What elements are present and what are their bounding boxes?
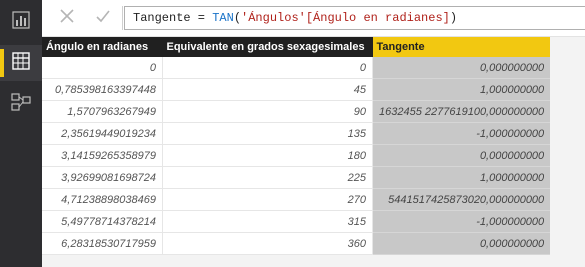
- cell-tangente[interactable]: 0,000000000: [372, 144, 551, 167]
- formula-prefix: Tangente =: [133, 11, 213, 25]
- table-row: 6,28318530717959 360 0,000000000: [42, 232, 551, 255]
- column-header-radianes[interactable]: Ángulo en radianes: [42, 37, 163, 57]
- cancel-button[interactable]: [50, 0, 84, 36]
- cell-tangente[interactable]: 0,000000000: [372, 232, 551, 255]
- cell-radianes[interactable]: 1,5707963267949: [42, 100, 163, 123]
- cell-radianes[interactable]: 2,35619449019234: [42, 122, 163, 145]
- cell-grados[interactable]: 0: [162, 57, 373, 79]
- column-header-tangente[interactable]: Tangente: [372, 37, 551, 57]
- cell-tangente[interactable]: 1632455 2277619100,000000000: [372, 100, 551, 123]
- cell-tangente[interactable]: 1,000000000: [372, 78, 551, 101]
- cell-radianes[interactable]: 5,49778714378214: [42, 210, 163, 233]
- cell-grados[interactable]: 135: [162, 122, 373, 145]
- table-row: 0 0 0,000000000: [42, 57, 551, 79]
- table-row: 4,71238898038469 270 5441517425873020,00…: [42, 188, 551, 211]
- data-view-button[interactable]: [0, 45, 42, 81]
- commit-button[interactable]: [86, 0, 120, 36]
- cell-grados[interactable]: 45: [162, 78, 373, 101]
- table-grid-icon: [12, 51, 30, 75]
- cell-tangente[interactable]: 5441517425873020,000000000: [372, 188, 551, 211]
- toolbar-divider: [122, 6, 123, 30]
- cell-radianes[interactable]: 6,28318530717959: [42, 232, 163, 255]
- cell-radianes[interactable]: 3,14159265358979: [42, 144, 163, 167]
- formula-close-paren: ): [449, 11, 458, 25]
- view-rail: [0, 0, 42, 267]
- formula-function: TAN: [212, 11, 234, 25]
- cell-grados[interactable]: 360: [162, 232, 373, 255]
- bar-chart-icon: [12, 10, 30, 34]
- table-row: 0,785398163397448 45 1,000000000: [42, 78, 551, 101]
- relationships-icon: [11, 92, 31, 116]
- cell-radianes[interactable]: 3,92699081698724: [42, 166, 163, 189]
- table-row: 1,5707963267949 90 1632455 2277619100,00…: [42, 100, 551, 123]
- cell-tangente[interactable]: -1,000000000: [372, 122, 551, 145]
- data-grid-area: Ángulo en radianes Equivalente en grados…: [42, 37, 585, 267]
- table-row: 3,92699081698724 225 1,000000000: [42, 166, 551, 189]
- formula-bar: Tangente = TAN('Ángulos'[Ángulo en radia…: [42, 0, 585, 37]
- table-row: 3,14159265358979 180 0,000000000: [42, 144, 551, 167]
- formula-input[interactable]: Tangente = TAN('Ángulos'[Ángulo en radia…: [124, 6, 585, 30]
- report-view-button[interactable]: [0, 4, 42, 40]
- cell-grados[interactable]: 315: [162, 210, 373, 233]
- cell-grados[interactable]: 90: [162, 100, 373, 123]
- table-row: 5,49778714378214 315 -1,000000000: [42, 210, 551, 233]
- column-header-grados[interactable]: Equivalente en grados sexagesimales: [162, 37, 373, 57]
- formula-open-paren: (: [233, 11, 242, 25]
- cell-tangente[interactable]: 0,000000000: [372, 57, 551, 79]
- cell-tangente[interactable]: -1,000000000: [372, 210, 551, 233]
- cell-grados[interactable]: 225: [162, 166, 373, 189]
- cell-tangente[interactable]: 1,000000000: [372, 166, 551, 189]
- formula-argument: 'Ángulos'[Ángulo en radianes]: [241, 11, 450, 25]
- table-row: 2,35619449019234 135 -1,000000000: [42, 122, 551, 145]
- cell-grados[interactable]: 270: [162, 188, 373, 211]
- cell-radianes[interactable]: 0,785398163397448: [42, 78, 163, 101]
- cell-grados[interactable]: 180: [162, 144, 373, 167]
- cell-radianes[interactable]: 0: [42, 57, 163, 79]
- close-icon: [59, 8, 75, 29]
- check-icon: [95, 8, 111, 29]
- data-table: Ángulo en radianes Equivalente en grados…: [42, 37, 551, 255]
- relationships-view-button[interactable]: [0, 86, 42, 122]
- cell-radianes[interactable]: 4,71238898038469: [42, 188, 163, 211]
